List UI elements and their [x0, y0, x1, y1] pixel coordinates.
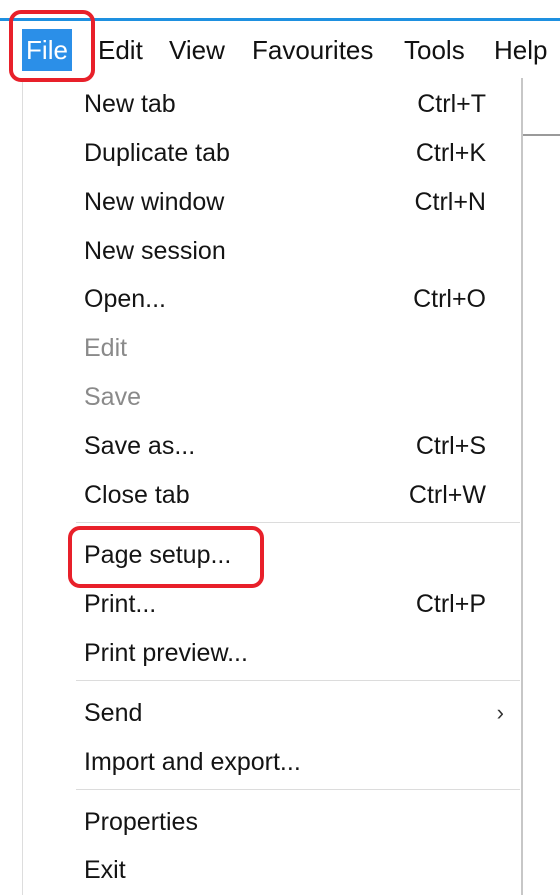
menu-item-label: Page setup...: [84, 541, 232, 569]
menu-item-label: Exit: [84, 856, 126, 884]
menu-item-label: Save as...: [84, 432, 196, 460]
menu-item-new-window[interactable]: New window Ctrl+N: [84, 182, 494, 222]
menu-item-shortcut: Ctrl+K: [415, 139, 486, 167]
window-top-strip: [0, 0, 560, 21]
menu-item-label: New tab: [84, 90, 176, 118]
menu-item-print[interactable]: Print... Ctrl+P: [84, 584, 494, 624]
menu-item-duplicate-tab[interactable]: Duplicate tab Ctrl+K: [84, 133, 494, 173]
menu-item-page-setup[interactable]: Page setup...: [84, 535, 494, 575]
menu-view[interactable]: View: [163, 29, 231, 71]
window-content-edge: [518, 82, 560, 136]
menu-item-label: Close tab: [84, 481, 190, 509]
menu-item-print-preview[interactable]: Print preview...: [84, 633, 494, 673]
menu-help[interactable]: Help: [488, 29, 553, 71]
menu-item-save: Save: [84, 377, 494, 417]
menu-item-open[interactable]: Open... Ctrl+O: [84, 279, 494, 319]
menu-item-shortcut: Ctrl+T: [417, 90, 486, 118]
menu-item-label: Print...: [84, 590, 157, 618]
menu-item-close-tab[interactable]: Close tab Ctrl+W: [84, 475, 494, 515]
menu-item-shortcut: Ctrl+O: [413, 285, 486, 313]
menu-item-edit: Edit: [84, 328, 494, 368]
menu-item-label: Properties: [84, 808, 198, 836]
menu-bar: File Edit View Favourites Tools Help: [0, 21, 560, 83]
menu-item-label: New window: [84, 188, 225, 216]
menu-item-shortcut: Ctrl+P: [415, 590, 486, 618]
menu-item-send[interactable]: Send ›: [84, 693, 504, 733]
menu-item-shortcut: Ctrl+S: [415, 432, 486, 460]
menu-item-label: Print preview...: [84, 639, 248, 667]
menu-item-label: Duplicate tab: [84, 139, 230, 167]
menu-separator: [76, 680, 520, 681]
menu-item-new-session[interactable]: New session: [84, 231, 494, 271]
menu-file[interactable]: File: [22, 29, 72, 71]
menu-item-properties[interactable]: Properties: [84, 802, 494, 842]
chevron-right-icon: ›: [496, 700, 504, 725]
menu-separator: [76, 789, 520, 790]
menu-favourites[interactable]: Favourites: [246, 29, 379, 71]
menu-item-new-tab[interactable]: New tab Ctrl+T: [84, 84, 494, 124]
menu-item-import-export[interactable]: Import and export...: [84, 742, 494, 782]
menu-item-label: Import and export...: [84, 748, 301, 776]
menu-item-label: New session: [84, 237, 226, 265]
menu-separator: [76, 522, 520, 523]
menu-item-label: Edit: [84, 334, 128, 362]
menu-item-label: Send: [84, 699, 143, 727]
menu-item-label: Save: [84, 383, 141, 411]
menu-gutter: [0, 78, 23, 895]
menu-tools[interactable]: Tools: [398, 29, 471, 71]
menu-item-save-as[interactable]: Save as... Ctrl+S: [84, 426, 494, 466]
menu-item-shortcut: Ctrl+W: [408, 481, 486, 509]
menu-item-label: Open...: [84, 285, 166, 313]
menu-edit[interactable]: Edit: [92, 29, 149, 71]
menu-item-shortcut: Ctrl+N: [414, 188, 486, 216]
file-dropdown-menu: New tab Ctrl+T Duplicate tab Ctrl+K New …: [0, 78, 523, 895]
menu-item-exit[interactable]: Exit: [84, 850, 494, 890]
